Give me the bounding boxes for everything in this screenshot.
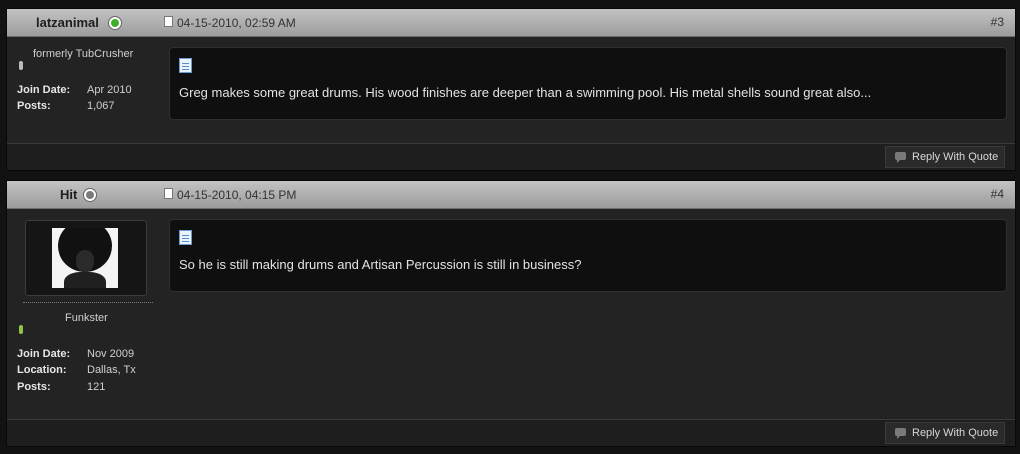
post-header: Hit 04-15-2010, 04:15 PM #4	[7, 181, 1015, 209]
message-body: Greg makes some great drums. His wood fi…	[169, 47, 1007, 120]
post-number-link[interactable]: #4	[991, 187, 1004, 201]
username-link[interactable]: latzanimal	[36, 15, 99, 30]
reply-with-quote-button[interactable]: Reply With Quote	[885, 422, 1005, 444]
post-icon	[164, 188, 173, 199]
reply-quote-icon	[895, 152, 906, 163]
reputation-icon	[19, 325, 23, 334]
online-status-icon	[109, 17, 121, 29]
user-title: formerly TubCrusher	[33, 48, 134, 60]
reply-quote-icon	[895, 428, 906, 439]
join-date-label: Join Date:	[17, 84, 71, 96]
post-4: Hit 04-15-2010, 04:15 PM #4 Funkster Joi…	[6, 180, 1016, 447]
divider	[23, 302, 153, 303]
avatar-frame[interactable]	[25, 220, 147, 296]
post-footer: Reply With Quote	[7, 143, 1015, 170]
posts-value: 1,067	[87, 100, 115, 112]
document-icon	[179, 230, 192, 245]
message-text: Greg makes some great drums. His wood fi…	[179, 85, 872, 100]
join-date-value: Apr 2010	[87, 84, 132, 96]
post-header: latzanimal 04-15-2010, 02:59 AM #3	[7, 9, 1015, 37]
reply-with-quote-label: Reply With Quote	[912, 427, 999, 439]
user-title: Funkster	[65, 312, 108, 324]
post-icon	[164, 16, 173, 27]
avatar[interactable]	[52, 228, 118, 288]
user-info: Funkster Join Date: Nov 2009 Location: D…	[7, 309, 165, 419]
reputation-icon	[19, 61, 23, 70]
posts-label: Posts:	[17, 100, 51, 112]
reply-with-quote-label: Reply With Quote	[912, 151, 999, 163]
location-value: Dallas, Tx	[87, 364, 136, 376]
location-label: Location:	[17, 364, 67, 376]
join-date-value: Nov 2009	[87, 348, 135, 360]
post-3: latzanimal 04-15-2010, 02:59 AM #3 forme…	[6, 8, 1016, 171]
post-date: 04-15-2010, 04:15 PM	[177, 188, 297, 202]
message-body: So he is still making drums and Artisan …	[169, 219, 1007, 292]
user-info: formerly TubCrusher Join Date: Apr 2010 …	[7, 37, 165, 143]
post-date: 04-15-2010, 02:59 AM	[177, 16, 296, 30]
post-footer: Reply With Quote	[7, 419, 1015, 446]
posts-value: 121	[87, 381, 106, 393]
offline-status-icon	[84, 189, 96, 201]
username-link[interactable]: Hit	[60, 187, 77, 202]
join-date-label: Join Date:	[17, 348, 71, 360]
reply-with-quote-button[interactable]: Reply With Quote	[885, 146, 1005, 168]
post-number-link[interactable]: #3	[991, 15, 1004, 29]
posts-label: Posts:	[17, 381, 51, 393]
document-icon	[179, 58, 192, 73]
message-text: So he is still making drums and Artisan …	[179, 257, 582, 272]
